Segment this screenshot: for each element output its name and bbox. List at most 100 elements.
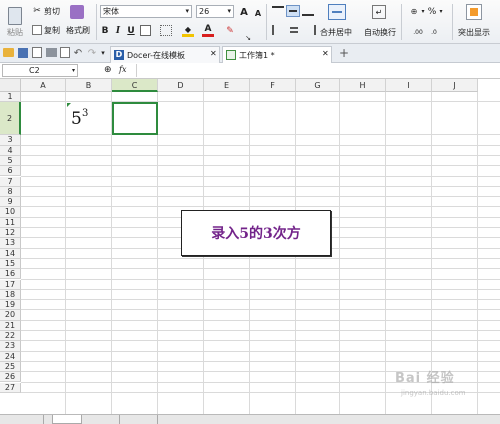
row-header-21[interactable]: 21 bbox=[0, 320, 21, 331]
font-name-select[interactable]: 宋体 ▾ bbox=[100, 5, 192, 18]
row-header-1[interactable]: 1 bbox=[0, 92, 21, 103]
row-header-27[interactable]: 27 bbox=[0, 382, 21, 393]
column-header-j[interactable]: J bbox=[432, 79, 478, 92]
row-header-15[interactable]: 15 bbox=[0, 258, 21, 270]
row-header-5[interactable]: 5 bbox=[0, 155, 21, 167]
spreadsheet-grid[interactable]: ABCDEFGHIJ 1 2 3 4 5 6 7 8 9 10 11 12 13 14 15 16 17 18 19… bbox=[0, 79, 500, 414]
select-all-corner[interactable] bbox=[0, 79, 21, 92]
align-top-icon[interactable] bbox=[272, 6, 284, 16]
row-header-19[interactable]: 19 bbox=[0, 300, 21, 311]
format-painter-button[interactable]: 格式刷 bbox=[66, 25, 90, 36]
grow-font-button[interactable]: A bbox=[238, 6, 250, 18]
align-bottom-icon[interactable] bbox=[302, 6, 314, 16]
function-icon[interactable]: fx bbox=[119, 65, 126, 74]
row-header-16[interactable]: 16 bbox=[0, 269, 21, 280]
merge-center-button[interactable]: 合并居中 bbox=[320, 27, 352, 38]
column-header-f[interactable]: F bbox=[250, 79, 296, 92]
bold-button[interactable]: B bbox=[99, 25, 111, 37]
underline-button[interactable]: U bbox=[125, 25, 137, 37]
gridline bbox=[385, 92, 386, 414]
italic-button[interactable]: I bbox=[112, 25, 124, 37]
formula-input[interactable] bbox=[136, 64, 500, 77]
undo-icon[interactable]: ↶ bbox=[72, 46, 84, 60]
close-icon[interactable]: ✕ bbox=[210, 49, 217, 58]
row-header-10[interactable]: 10 bbox=[0, 207, 21, 218]
tab-docer[interactable]: D Docer-在线模板 ✕ bbox=[110, 46, 220, 63]
row-header-22[interactable]: 22 bbox=[0, 331, 21, 342]
zoom-icon[interactable]: ⊕ bbox=[104, 65, 112, 75]
shrink-font-button[interactable]: A bbox=[252, 7, 264, 19]
row-header-17[interactable]: 17 bbox=[0, 279, 21, 290]
sheet-tab[interactable] bbox=[90, 415, 120, 424]
open-icon[interactable] bbox=[3, 48, 14, 57]
sheet-tab[interactable] bbox=[128, 415, 158, 424]
print-preview-icon[interactable] bbox=[60, 47, 70, 58]
close-icon[interactable]: ✕ bbox=[322, 49, 329, 58]
row-header-13[interactable]: 13 bbox=[0, 238, 21, 249]
borders-icon[interactable] bbox=[140, 25, 151, 36]
row-header-12[interactable]: 12 bbox=[0, 228, 21, 239]
highlight-button[interactable]: 突出显示 bbox=[458, 27, 490, 38]
row-header-14[interactable]: 14 bbox=[0, 248, 21, 259]
gridline bbox=[431, 92, 432, 414]
align-middle-icon[interactable] bbox=[286, 5, 300, 17]
cell-b2[interactable]: 5 3 bbox=[66, 102, 112, 135]
row-header-8[interactable]: 8 bbox=[0, 186, 21, 198]
decrease-decimal-icon[interactable]: .0 bbox=[428, 27, 440, 37]
row-header-6[interactable]: 6 bbox=[0, 166, 21, 177]
increase-decimal-icon[interactable]: .00 bbox=[412, 27, 424, 37]
sheet-tab-strip[interactable] bbox=[0, 414, 500, 424]
column-header-e[interactable]: E bbox=[204, 79, 250, 92]
sheet-tab[interactable] bbox=[52, 415, 82, 424]
fill-color-icon[interactable]: ◆ bbox=[182, 25, 194, 37]
cut-button[interactable]: 剪切 bbox=[44, 6, 60, 17]
tab-workbook[interactable]: 工作簿1 * ✕ bbox=[222, 46, 332, 63]
copy-button[interactable]: 复制 bbox=[44, 25, 60, 36]
gridline bbox=[21, 299, 500, 301]
column-header-a[interactable]: A bbox=[21, 79, 66, 92]
column-header-c[interactable]: C bbox=[112, 79, 158, 92]
column-header-g[interactable]: G bbox=[296, 79, 340, 92]
row-header-26[interactable]: 26 bbox=[0, 372, 21, 383]
redo-icon[interactable]: ↷ bbox=[86, 46, 98, 60]
row-header-4[interactable]: 4 bbox=[0, 145, 21, 156]
align-right-icon[interactable] bbox=[304, 25, 316, 35]
row-header-3[interactable]: 3 bbox=[0, 135, 21, 146]
row-header-11[interactable]: 11 bbox=[0, 217, 21, 228]
active-cell-c2[interactable] bbox=[112, 102, 158, 135]
row-header-20[interactable]: 20 bbox=[0, 310, 21, 321]
gridline bbox=[477, 92, 478, 414]
column-header-i[interactable]: I bbox=[386, 79, 432, 92]
column-header-d[interactable]: D bbox=[158, 79, 204, 92]
cell-style-icon[interactable] bbox=[160, 25, 172, 36]
column-header-h[interactable]: H bbox=[340, 79, 386, 92]
align-left-icon[interactable] bbox=[272, 25, 284, 35]
export-pdf-icon[interactable] bbox=[32, 47, 42, 58]
print-icon[interactable] bbox=[46, 48, 57, 57]
font-color-icon[interactable]: A bbox=[202, 24, 214, 37]
row-header-23[interactable]: 23 bbox=[0, 341, 21, 352]
align-center-icon[interactable] bbox=[288, 25, 300, 35]
tab-bar: ↶ ↷ ▾ D Docer-在线模板 ✕ 工作簿1 * ✕ + bbox=[0, 44, 500, 63]
chevron-down-icon[interactable]: ▾ bbox=[99, 47, 107, 59]
name-box[interactable]: C2 ▾ bbox=[2, 64, 78, 77]
row-header-9[interactable]: 9 bbox=[0, 197, 21, 208]
sheet-nav-arrows[interactable] bbox=[4, 415, 44, 424]
row-header-7[interactable]: 7 bbox=[0, 176, 21, 187]
row-header-25[interactable]: 25 bbox=[0, 361, 21, 373]
percent-button[interactable]: % bbox=[427, 6, 437, 17]
paste-button[interactable]: 粘贴 bbox=[2, 3, 28, 41]
save-icon[interactable] bbox=[18, 48, 28, 58]
wrap-text-button[interactable]: 自动换行 bbox=[364, 27, 396, 38]
number-format-icon[interactable]: ⊕ bbox=[408, 6, 420, 17]
row-header-2[interactable]: 2 bbox=[0, 102, 21, 136]
clear-format-icon[interactable]: ✎ bbox=[224, 25, 236, 37]
new-tab-icon[interactable]: + bbox=[338, 46, 350, 60]
column-header-b[interactable]: B bbox=[66, 79, 112, 92]
chevron-down-icon: ▾ bbox=[185, 7, 189, 15]
font-settings-icon[interactable]: ↘ bbox=[244, 34, 252, 42]
font-size-select[interactable]: 26 ▾ bbox=[196, 5, 234, 18]
row-header-24[interactable]: 24 bbox=[0, 351, 21, 362]
tab-label: 工作簿1 * bbox=[239, 51, 275, 60]
row-header-18[interactable]: 18 bbox=[0, 289, 21, 301]
